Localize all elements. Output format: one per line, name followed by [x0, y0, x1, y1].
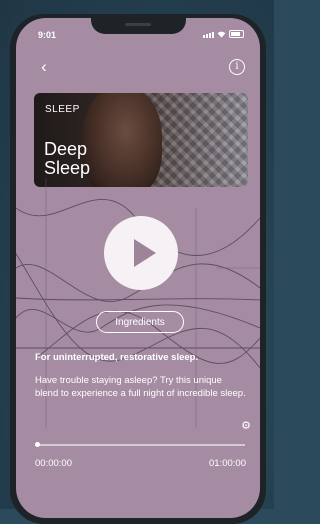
ingredients-button[interactable]: Ingredients — [96, 311, 184, 333]
product-description: Have trouble staying asleep? Try this un… — [35, 375, 246, 399]
signal-icon — [203, 32, 214, 38]
play-button[interactable] — [104, 216, 178, 290]
speaker — [125, 23, 151, 26]
play-icon — [134, 239, 156, 267]
total-time: 01:00:00 — [209, 458, 246, 469]
hero-image — [82, 93, 162, 187]
elapsed-time: 00:00:00 — [35, 458, 72, 469]
wifi-icon — [217, 31, 226, 38]
hero-title-line1: Deep — [44, 139, 88, 159]
product-subtitle: For uninterrupted, restorative sleep. — [35, 352, 199, 363]
status-time: 9:01 — [38, 30, 57, 40]
chevron-left-icon[interactable]: ‹ — [36, 58, 52, 77]
hero-banner: SLEEP Deep Sleep — [34, 93, 248, 187]
info-icon[interactable]: i — [229, 59, 245, 75]
hero-title: Deep Sleep — [44, 140, 90, 178]
progress-track[interactable] — [35, 444, 245, 446]
progress-thumb[interactable] — [35, 442, 40, 447]
hero-category: SLEEP — [45, 104, 80, 115]
app-screen: 9:01 ‹ i SLEEP Deep Sleep Ingredients Fo… — [16, 18, 260, 518]
battery-icon — [229, 30, 244, 38]
hero-title-line2: Sleep — [44, 158, 91, 178]
gear-icon[interactable]: ⚙ — [240, 420, 252, 432]
status-icons — [203, 30, 244, 38]
notch — [91, 18, 186, 34]
